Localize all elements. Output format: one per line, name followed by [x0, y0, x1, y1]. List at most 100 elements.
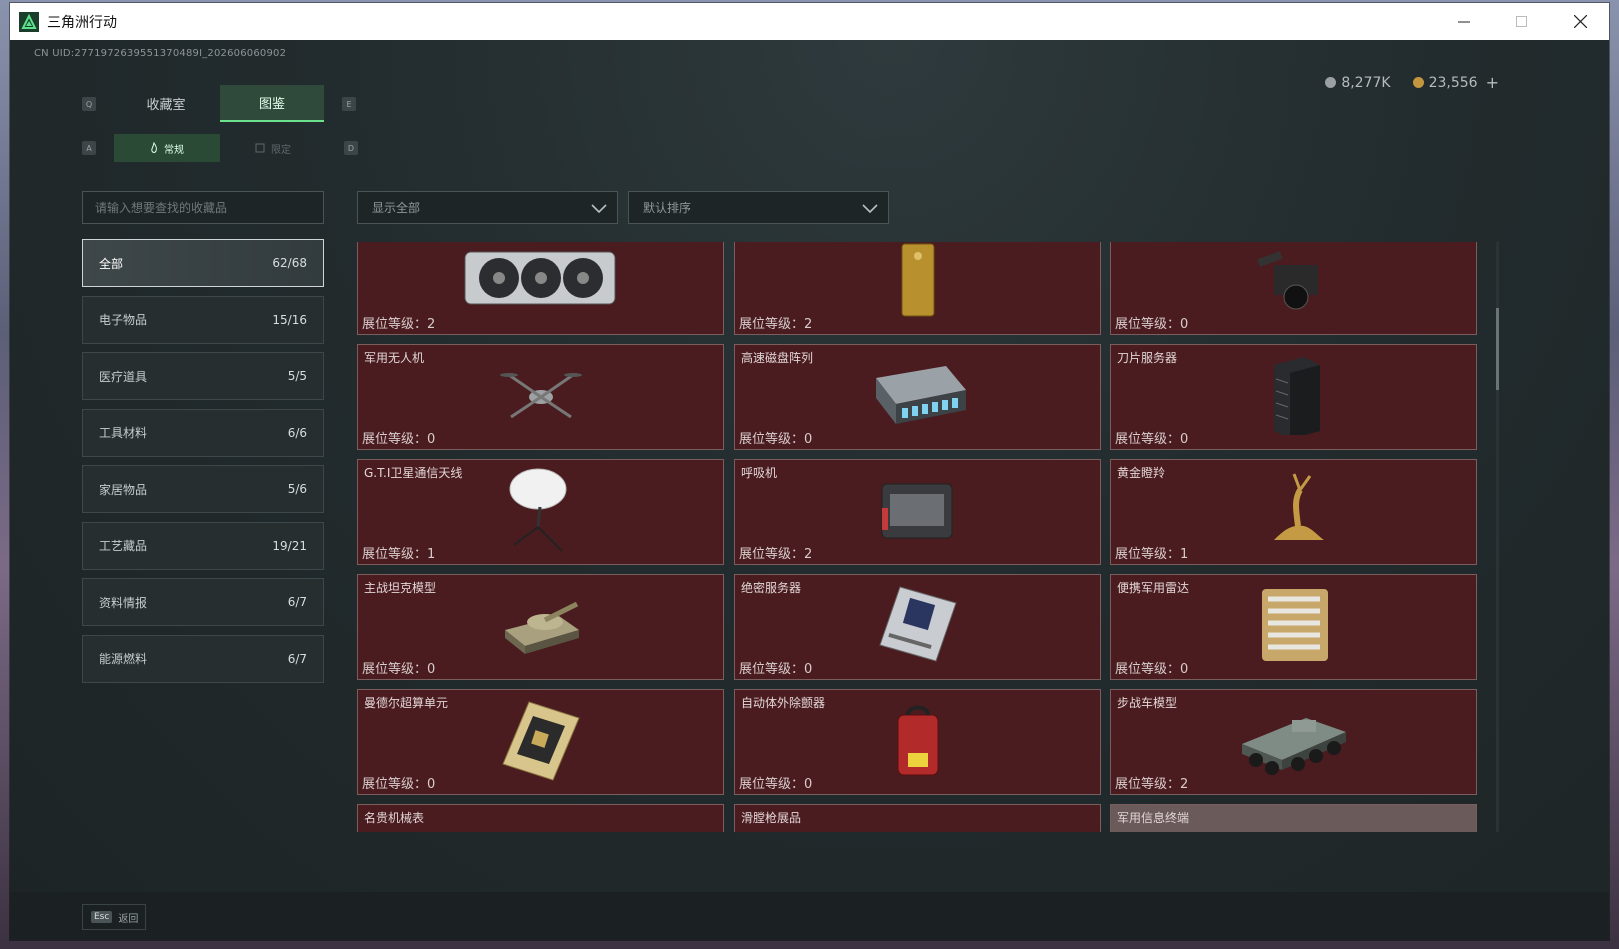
category-item[interactable]: 工具材料 6/6	[82, 408, 324, 457]
close-icon	[1573, 15, 1587, 28]
level-label: 展位等级：	[362, 432, 428, 447]
category-item[interactable]: 电子物品 15/16	[82, 295, 324, 344]
close-button[interactable]	[1551, 3, 1609, 40]
item-name: 呼吸机	[741, 466, 778, 480]
collection-item-card[interactable]: 军用信息终端	[1110, 804, 1477, 832]
grid-scrollbar[interactable]	[1496, 242, 1499, 832]
level-value: 0	[804, 662, 813, 677]
level-label: 展位等级：	[739, 317, 805, 332]
item-level: 展位等级：0	[1115, 313, 1188, 332]
scrollbar-thumb[interactable]	[1496, 308, 1499, 390]
level-label: 展位等级：	[739, 547, 805, 562]
level-label: 展位等级：	[739, 777, 805, 792]
item-grid: 展位等级：2 展位等级：2 展位等级：0 军用无人机 展位等级：0 高速磁盘阵列 展位等级：…	[357, 242, 1493, 832]
subtab-next-key[interactable]: D	[344, 141, 358, 155]
category-label: 家居物品	[99, 482, 148, 497]
level-value: 0	[427, 662, 436, 677]
collection-item-card[interactable]: 便携军用雷达 展位等级：0	[1110, 574, 1477, 680]
add-currency-button[interactable]: +	[1486, 73, 1499, 92]
collection-item-card[interactable]: 滑膛枪展品	[734, 804, 1101, 832]
item-level: 展位等级：2	[1115, 773, 1188, 792]
player-uid: CN UID:2771972639551370489I_202606060902	[34, 48, 287, 59]
gpu-icon	[463, 246, 619, 318]
collection-item-card[interactable]: 自动体外除颤器 展位等级：0	[734, 689, 1101, 795]
level-value: 0	[1180, 432, 1189, 447]
item-name: 曼德尔超算单元	[364, 696, 449, 710]
category-label: 能源燃料	[99, 652, 148, 666]
category-label: 医疗道具	[99, 369, 148, 384]
item-name: 步战车模型	[1117, 696, 1178, 710]
camera-rig-icon	[1254, 245, 1334, 319]
category-label: 电子物品	[99, 313, 148, 327]
item-name: 黄金瞪羚	[1117, 466, 1166, 480]
category-item[interactable]: 能源燃料 6/7	[82, 634, 324, 683]
level-value: 1	[427, 547, 436, 562]
category-count: 62/68	[272, 256, 307, 270]
level-label: 展位等级：	[1115, 662, 1181, 677]
gold-coin-icon	[1412, 76, 1424, 88]
level-label: 展位等级：	[362, 777, 428, 792]
item-name: 刀片服务器	[1117, 351, 1178, 365]
category-count: 6/7	[287, 651, 307, 666]
esc-key: Esc	[91, 911, 113, 923]
collection-item-card[interactable]: 呼吸机 展位等级：2	[734, 459, 1101, 565]
category-item[interactable]: 家居物品 5/6	[82, 465, 324, 513]
back-button[interactable]: Esc 返回	[82, 904, 146, 930]
filter-dropdown[interactable]: 显示全部	[357, 191, 618, 224]
tab-codex[interactable]: 图鉴	[220, 85, 324, 122]
level-label: 展位等级：	[739, 432, 805, 447]
tab-next-key[interactable]: E	[342, 97, 356, 111]
item-level: 展位等级：0	[362, 658, 435, 677]
collection-item-card[interactable]: 高速磁盘阵列 展位等级：0	[734, 344, 1101, 450]
item-name: 军用信息终端	[1117, 811, 1190, 825]
tab-prev-key[interactable]: Q	[82, 97, 96, 111]
collection-item-card[interactable]: G.T.I卫星通信天线 展位等级：1	[357, 459, 724, 565]
category-label: 工艺藏品	[99, 539, 148, 553]
subtab-regular[interactable]: 常规	[114, 134, 220, 162]
sort-dropdown[interactable]: 默认排序	[628, 191, 889, 224]
collection-item-card[interactable]: 军用无人机 展位等级：0	[357, 344, 724, 450]
level-value: 0	[804, 777, 813, 792]
collection-item-card[interactable]: 名贵机械表	[357, 804, 724, 832]
item-level: 展位等级：0	[739, 658, 812, 677]
item-name: 名贵机械表	[364, 811, 425, 825]
maximize-button[interactable]	[1493, 3, 1551, 40]
gold-balance: 23,556	[1412, 75, 1478, 91]
level-value: 0	[804, 432, 813, 447]
level-value: 0	[427, 777, 436, 792]
item-level: 展位等级：0	[739, 428, 812, 447]
collection-item-card[interactable]: 展位等级：2	[357, 242, 724, 335]
item-name: G.T.I卫星通信天线	[364, 466, 463, 480]
item-level: 展位等级：1	[1115, 543, 1188, 562]
title-bar: 三角洲行动	[10, 3, 1609, 40]
supercompute-unit-icon	[501, 698, 581, 786]
collection-item-card[interactable]: 黄金瞪羚展位等级：1	[1110, 459, 1477, 565]
minimize-button[interactable]	[1435, 3, 1493, 40]
subtab-limited[interactable]: 限定	[220, 134, 326, 162]
level-label: 展位等级：	[739, 662, 805, 677]
collection-item-card[interactable]: 绝密服务器 展位等级：0	[734, 574, 1101, 680]
collection-item-card[interactable]: 曼德尔超算单元 展位等级：0	[357, 689, 724, 795]
category-item[interactable]: 医疗道具 5/5	[82, 352, 324, 400]
collection-item-card[interactable]: 展位等级：0	[1110, 242, 1477, 335]
collection-item-card[interactable]: 展位等级：2	[734, 242, 1101, 335]
collection-item-card[interactable]: 刀片服务器 展位等级：0	[1110, 344, 1477, 450]
category-item[interactable]: 资料情报 6/7	[82, 578, 324, 626]
silver-balance: 8,277K	[1325, 75, 1391, 91]
category-item[interactable]: 工艺藏品 19/21	[82, 521, 324, 570]
category-item[interactable]: 全部 62/68	[82, 239, 324, 287]
search-input[interactable]: 请输入想要查找的收藏品	[82, 191, 324, 224]
level-label: 展位等级：	[1115, 777, 1181, 792]
tab-collection-room[interactable]: 收藏室	[114, 85, 218, 122]
item-level: 展位等级：0	[362, 428, 435, 447]
subtab-prev-key[interactable]: A	[82, 141, 96, 155]
secret-server-icon	[876, 585, 960, 669]
collection-item-card[interactable]: 步战车模型展位等级：2	[1110, 689, 1477, 795]
category-label: 资料情报	[99, 595, 148, 610]
level-value: 1	[1180, 547, 1189, 562]
radar-icon	[1254, 585, 1334, 669]
defibrillator-icon	[894, 701, 942, 783]
satellite-dish-icon	[506, 465, 576, 559]
item-name: 便携军用雷达	[1117, 581, 1190, 595]
collection-item-card[interactable]: 主战坦克模型 展位等级：0	[357, 574, 724, 680]
